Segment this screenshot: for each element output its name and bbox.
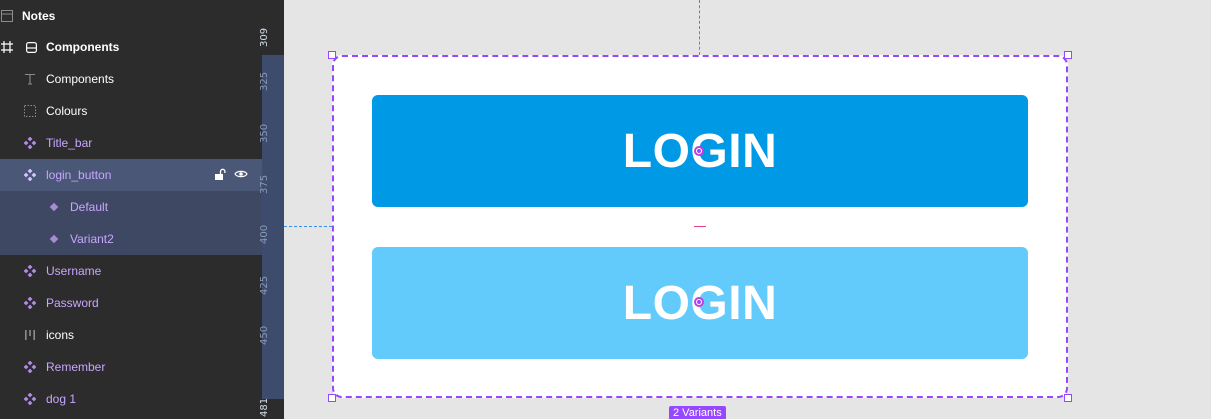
center-point-marker [694,146,704,156]
resize-handle-top-right[interactable] [1064,51,1072,59]
component-icon [23,296,37,310]
distance-guide-vertical [699,0,700,55]
layer-label: Username [46,264,102,278]
resize-handle-bottom-left[interactable] [328,394,336,402]
columns-icon [23,328,37,342]
text-icon [23,72,37,86]
layer-label: Components [46,72,115,86]
component-icon [23,264,37,278]
component-icon [23,360,37,374]
layer-row-password[interactable]: Password [0,287,262,319]
layer-row-variant2[interactable]: Variant2 [0,223,262,255]
layer-row-icons[interactable]: icons [0,319,262,351]
layer-row-remember[interactable]: Remember [0,351,262,383]
dashed-frame-icon [23,104,37,118]
layer-label: Variant2 [70,232,114,246]
eye-icon[interactable] [234,168,248,184]
variant-icon [47,232,61,246]
layer-label: Default [70,200,109,214]
component-icon [23,136,37,150]
layer-label: Title_bar [46,136,93,150]
center-point-marker [694,297,704,307]
layer-label: Remember [46,360,106,374]
hash-frame-icon [0,40,14,54]
layer-label: Colours [46,104,88,118]
layer-actions [214,168,248,184]
layers-panel: Notes Components Components Colours Titl… [0,0,262,419]
layer-row-dog-1[interactable]: dog 1 [0,383,262,415]
layer-row-login-button[interactable]: login_button [0,159,262,191]
vertical-ruler[interactable]: 309 325 350 375 400 425 450 481 [259,0,284,419]
layer-label: Password [46,296,99,310]
layer-row-notes[interactable]: Notes [0,0,262,32]
frame-icon [24,40,38,54]
component-icon [23,168,37,182]
layer-row-username[interactable]: Username [0,255,262,287]
layer-row-default[interactable]: Default [0,191,262,223]
variants-count-badge[interactable]: 2 Variants [669,406,726,419]
distance-guide-horizontal [284,226,332,227]
variant-icon [47,200,61,214]
spacing-indicator [694,226,706,227]
layer-row-components-frame[interactable]: Components [0,31,262,63]
component-icon [23,392,37,406]
frame-icon [0,9,14,23]
layer-row-colours[interactable]: Colours [0,95,262,127]
layer-label: dog 1 [46,392,77,406]
layer-label: Components [46,40,120,54]
layer-label: Notes [22,9,56,23]
unlock-icon[interactable] [214,168,226,184]
layer-label: login_button [46,168,112,182]
layer-row-components-text[interactable]: Components [0,63,262,95]
canvas-frame-edge [1211,0,1221,419]
layer-row-title-bar[interactable]: Title_bar [0,127,262,159]
layer-label: icons [46,328,75,342]
resize-handle-bottom-right[interactable] [1064,394,1072,402]
resize-handle-top-left[interactable] [328,51,336,59]
